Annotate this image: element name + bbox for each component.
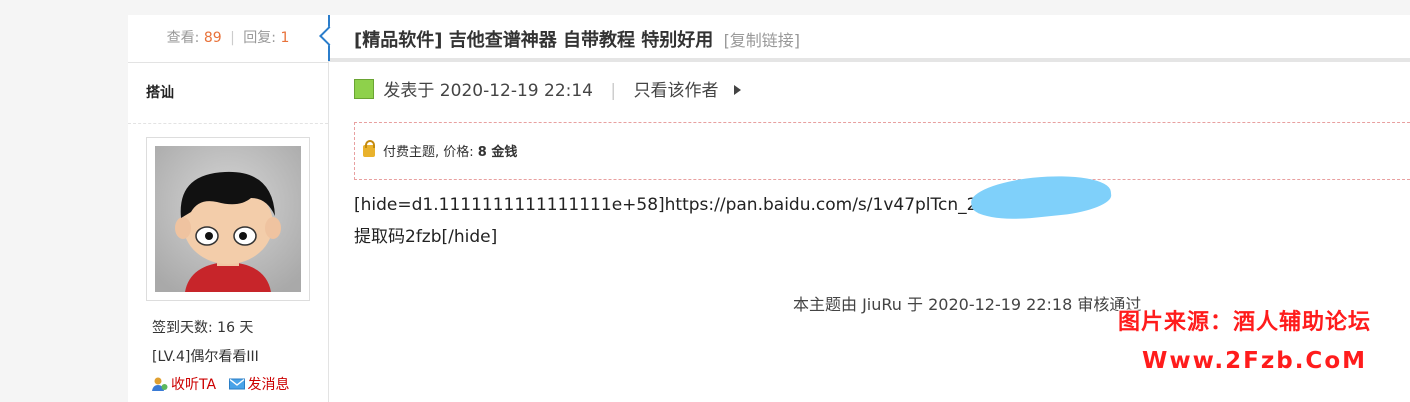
thread-title: 吉他查谱神器 自带教程 特别好用 <box>448 30 714 51</box>
mail-icon[interactable] <box>228 377 245 391</box>
online-status-icon <box>354 79 374 99</box>
author-username[interactable]: 搭讪 <box>128 63 328 124</box>
copy-link-button[interactable]: [复制链接] <box>724 31 801 50</box>
views-count: 89 <box>203 30 222 46</box>
paywall-prefix: 付费主题, 价格: <box>383 145 474 160</box>
watermark-source: 图片来源：酒人辅助论坛 <box>1118 310 1372 335</box>
avatar-image <box>155 146 301 292</box>
paywall-box: 付费主题, 价格: 8 金钱 <box>354 122 1410 180</box>
thread-stats: 查看: 89 | 回复: 1 <box>128 15 328 63</box>
follow-icon[interactable] <box>152 377 168 391</box>
views-label: 查看: <box>166 30 200 46</box>
thread-category[interactable]: [精品软件] <box>354 30 442 51</box>
checkin-days: 签到天数: 16 天 <box>152 320 254 336</box>
user-level[interactable]: [LV.4]偶尔看看III <box>152 346 259 366</box>
review-notice: 本主题由 JiuRu 于 2020-12-19 22:18 审核通过 <box>793 295 1142 314</box>
watermark-url: Www.2Fzb.CoM <box>1142 348 1368 374</box>
meta-separator: | <box>610 81 617 101</box>
cartoon-avatar-icon <box>155 146 301 292</box>
send-message-link[interactable]: 发消息 <box>248 377 290 393</box>
post-meta: 发表于 2020-12-19 22:14 | 只看该作者 <box>354 79 741 103</box>
post-main: [精品软件] 吉他查谱神器 自带教程 特别好用 [复制链接] 发表于 2020-… <box>319 15 1410 402</box>
post-date: 发表于 2020-12-19 22:14 <box>383 81 594 101</box>
caret-right-icon <box>733 85 741 95</box>
lock-icon <box>363 140 375 157</box>
avatar[interactable] <box>146 137 310 301</box>
thread-title-bar: [精品软件] 吉他查谱神器 自带教程 特别好用 [复制链接] <box>329 15 1410 62</box>
replies-label: 回复: <box>243 30 276 46</box>
author-sidebar: 查看: 89 | 回复: 1 搭讪 签到天数: 16 天 [LV.4]偶尔看看I… <box>128 15 329 402</box>
paywall-text: 付费主题, 价格: 8 金钱 <box>363 140 518 160</box>
paywall-price: 8 金钱 <box>477 145 518 160</box>
post-content-line-1: [hide=d1.1111111111111111e+58]https://pa… <box>354 195 988 215</box>
replies-count: 1 <box>280 30 290 46</box>
author-actions: 收听TA 发消息 <box>152 374 298 394</box>
follow-link[interactable]: 收听TA <box>171 377 216 393</box>
stats-separator: | <box>230 30 235 46</box>
author-only-link[interactable]: 只看该作者 <box>634 81 719 101</box>
post-content-line-2: 提取码2fzb[/hide] <box>354 227 498 247</box>
